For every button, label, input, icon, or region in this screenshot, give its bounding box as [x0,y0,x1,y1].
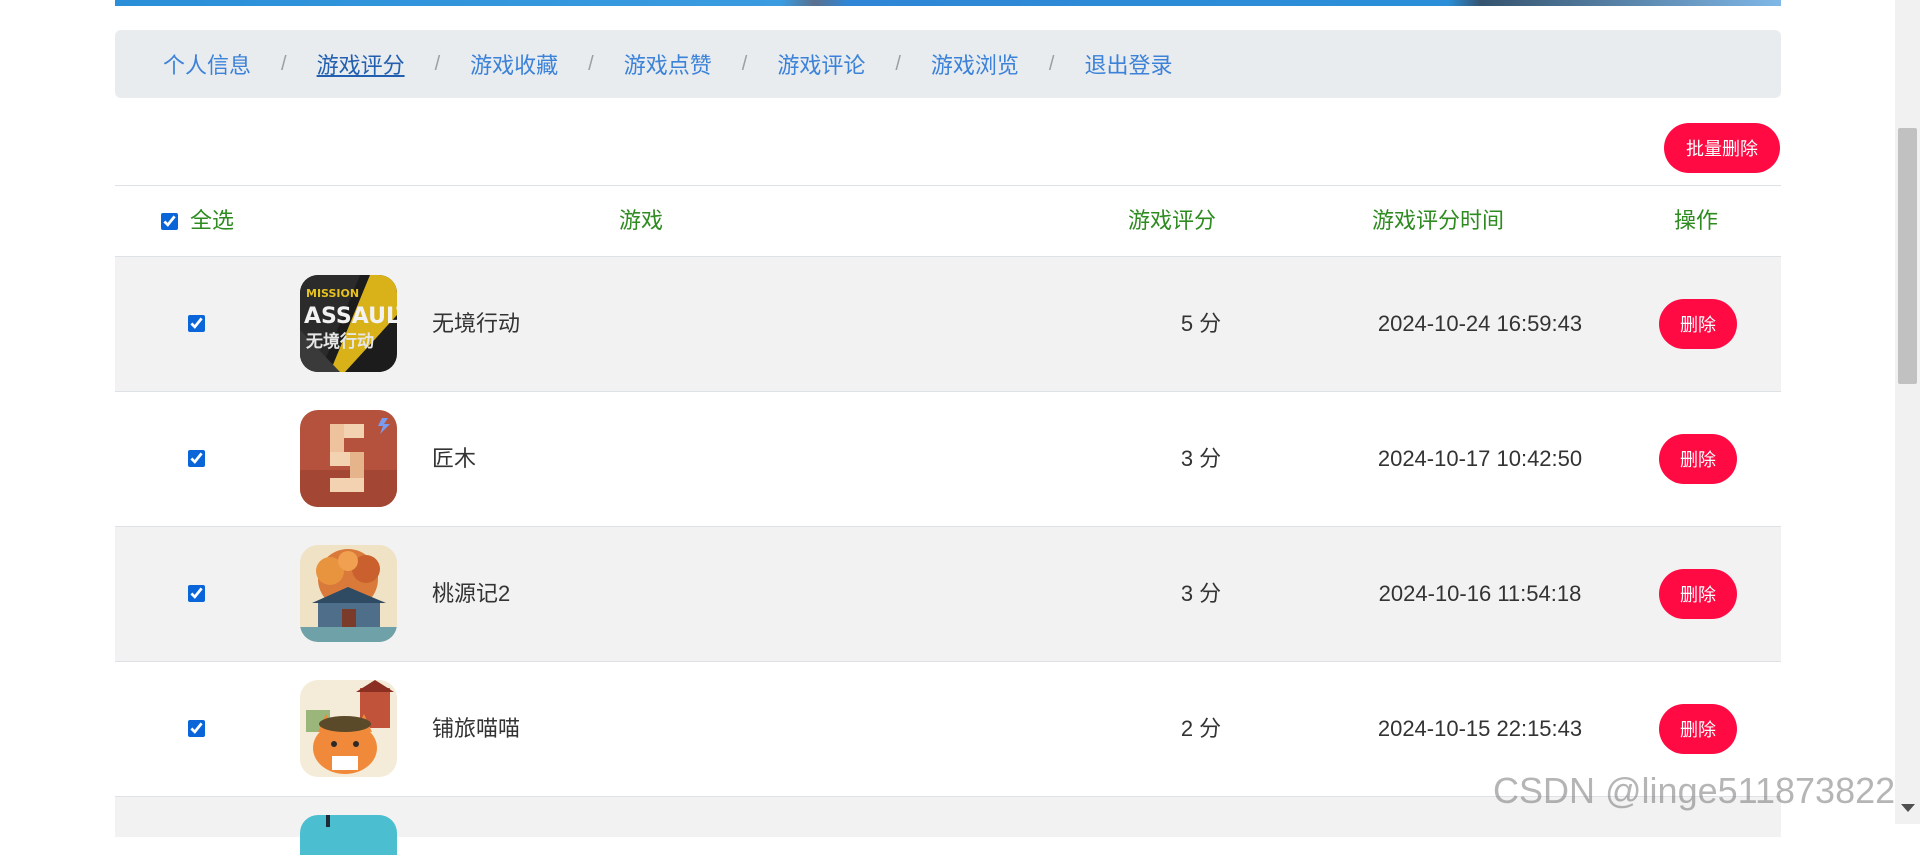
breadcrumb: 个人信息 / 游戏评分 / 游戏收藏 / 游戏点赞 / 游戏评论 / 游戏浏览 … [115,30,1781,98]
batch-delete-button[interactable]: 批量删除 [1664,123,1780,173]
select-all-checkbox[interactable] [161,212,178,230]
cat-shop-game-icon[interactable] [300,680,397,777]
page-scrollbar[interactable] [1895,0,1920,824]
scroll-down-arrow-icon[interactable] [1901,804,1915,812]
delete-button[interactable]: 删除 [1659,299,1737,349]
game-name[interactable]: 无境行动 [432,257,520,391]
column-header-score: 游戏评分 [1128,208,1217,233]
svg-text:ASSAULT: ASSAULT [304,304,397,329]
row-checkbox[interactable] [188,315,205,332]
top-banner-strip [115,0,1781,6]
delete-button[interactable]: 删除 [1659,569,1737,619]
breadcrumb-separator: / [281,52,287,75]
rating-time: 2024-10-16 11:54:18 [1378,581,1582,606]
table-row: 匠木 3 分 2024-10-17 10:42:50 删除 [115,392,1781,527]
rating-time: 2024-10-17 10:42:50 [1377,446,1583,471]
table-row: 桃源记2 3 分 2024-10-16 11:54:18 删除 [115,527,1781,662]
nav-item-profile[interactable]: 个人信息 [163,48,251,80]
breadcrumb-separator: / [434,52,441,75]
nav-item-game-history[interactable]: 游戏浏览 [931,48,1019,80]
nav-item-game-favorites[interactable]: 游戏收藏 [470,48,558,80]
select-all[interactable]: 全选 [161,186,234,256]
delete-button[interactable]: 删除 [1659,704,1737,754]
breadcrumb-separator: / [1048,52,1055,75]
game-thumbnail-partial[interactable] [300,815,397,855]
column-header-operation: 操作 [1674,208,1719,233]
delete-button[interactable]: 删除 [1659,434,1737,484]
game-name[interactable]: 铺旅喵喵 [432,662,520,796]
game-name[interactable]: 匠木 [432,392,476,526]
rating-time: 2024-10-24 16:59:43 [1377,311,1583,336]
scrollbar-thumb[interactable] [1898,128,1917,384]
peach-garden-game-icon[interactable] [300,545,397,642]
column-header-game: 游戏 [619,208,664,233]
row-checkbox[interactable] [188,720,205,737]
game-score: 5 分 [1180,311,1222,336]
game-score: 3 分 [1180,581,1222,606]
watermark: CSDN @linge511873822 [1493,770,1896,811]
table-row: MISSION ASSAULT 无境行动 无境行动 5 分 2024-10-24… [115,257,1781,392]
nav-item-logout[interactable]: 退出登录 [1084,48,1172,80]
row-checkbox[interactable] [188,585,205,602]
ratings-table: 全选 游戏 游戏评分 游戏评分时间 操作 MISSION ASSAULT 无境行… [115,185,1781,855]
wood-puzzle-game-icon[interactable] [300,410,397,507]
nav-item-game-ratings[interactable]: 游戏评分 [317,48,405,80]
mission-assault-game-icon[interactable]: MISSION ASSAULT 无境行动 [300,275,397,372]
breadcrumb-separator: / [588,52,594,75]
column-header-time: 游戏评分时间 [1372,208,1505,233]
svg-text:无境行动: 无境行动 [305,331,374,352]
nav-item-game-comments[interactable]: 游戏评论 [777,48,865,80]
game-name[interactable]: 桃源记2 [432,527,510,661]
table-header: 全选 游戏 游戏评分 游戏评分时间 操作 [115,185,1781,257]
game-score: 2 分 [1180,716,1222,741]
row-checkbox[interactable] [188,450,205,467]
nav-item-game-likes[interactable]: 游戏点赞 [624,48,712,80]
select-all-label: 全选 [190,208,235,233]
breadcrumb-separator: / [895,52,901,75]
breadcrumb-separator: / [741,52,748,75]
game-score: 3 分 [1180,446,1222,471]
svg-text:MISSION: MISSION [306,287,359,300]
